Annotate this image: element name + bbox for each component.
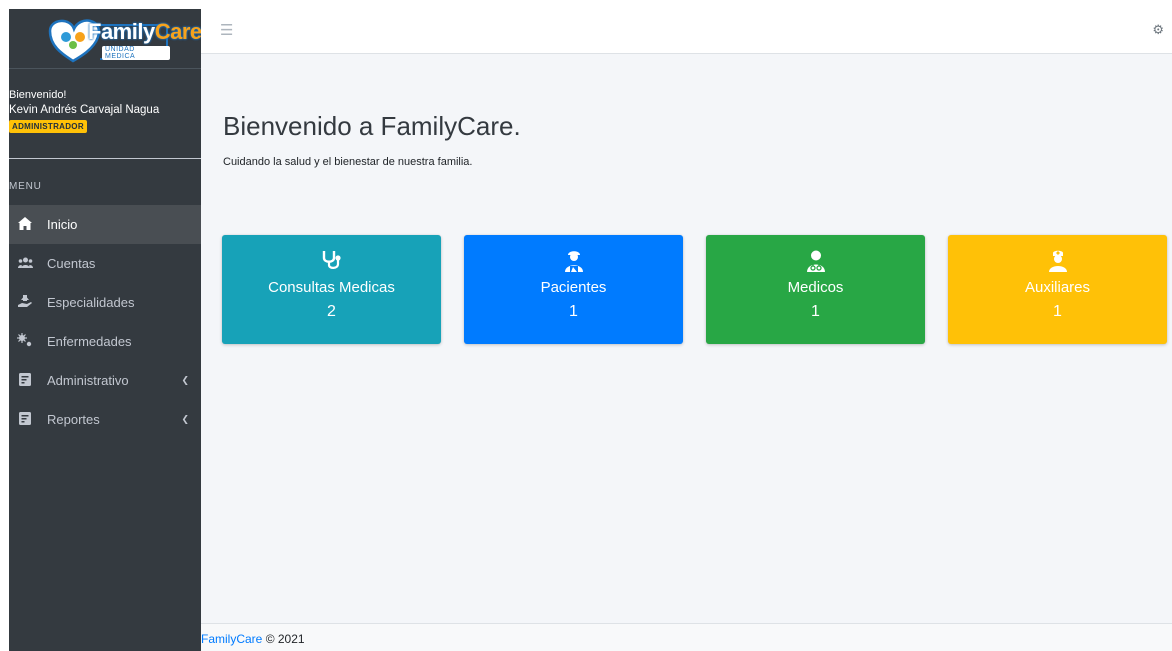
viruses-icon	[15, 333, 35, 350]
sidebar-item-label: Inicio	[47, 217, 78, 232]
hamburger-icon[interactable]: ☰	[220, 21, 233, 39]
patient-icon	[464, 250, 683, 272]
sidebar-item-label: Especialidades	[47, 295, 135, 310]
sidebar-item-especialidades[interactable]: Especialidades	[9, 283, 201, 322]
user-greeting: Bienvenido!	[9, 89, 67, 101]
hand-holding-icon	[15, 294, 35, 311]
card-value: 1	[1053, 303, 1062, 320]
sidebar-item-inicio[interactable]: Inicio	[9, 205, 201, 244]
sidebar: FamilyCare UNIDAD MEDICA Bienvenido! Kev…	[9, 9, 202, 651]
sidebar-item-label: Reportes	[47, 412, 100, 427]
card-label: Pacientes	[540, 279, 607, 296]
card-value: 1	[569, 303, 578, 320]
logo-care-text: Care	[154, 18, 202, 44]
chevron-left-icon: ❮	[181, 414, 189, 424]
logo-family-text: Family	[88, 18, 155, 44]
sidebar-item-reportes[interactable]: Reportes ❮	[9, 400, 201, 439]
users-icon	[15, 256, 35, 271]
card-medicos[interactable]: Medicos 1	[706, 235, 925, 344]
sidebar-item-enfermedades[interactable]: Enfermedades	[9, 322, 201, 361]
gear-icon[interactable]: ⚙	[1152, 22, 1164, 38]
page-title: Bienvenido a FamilyCare.	[223, 111, 521, 141]
sidebar-item-label: Enfermedades	[47, 334, 132, 349]
sidebar-item-administrativo[interactable]: Administrativo ❮	[9, 361, 201, 400]
card-pacientes[interactable]: Pacientes 1	[464, 235, 683, 344]
footer: FamilyCare © 2021	[201, 623, 1172, 651]
card-consultas-medicas[interactable]: Consultas Medicas 2	[222, 235, 441, 344]
doctor-icon	[706, 250, 925, 272]
home-icon	[15, 216, 35, 233]
card-value: 2	[327, 303, 336, 320]
logo-wordmark: FamilyCare	[88, 19, 202, 45]
footer-text: FamilyCare © 2021	[201, 632, 305, 646]
top-navbar: ☰ ⚙	[201, 9, 1172, 54]
logo-subtitle: UNIDAD MEDICA	[102, 45, 170, 60]
window-top-margin	[0, 0, 1172, 9]
card-label: Medicos	[787, 279, 844, 296]
user-panel: Bienvenido! Kevin Andrés Carvajal Nagua …	[9, 69, 201, 159]
sidebar-item-label: Administrativo	[47, 373, 129, 388]
brand-logo-area[interactable]: FamilyCare UNIDAD MEDICA	[9, 9, 202, 69]
chevron-left-icon: ❮	[181, 375, 189, 385]
stethoscope-icon	[222, 250, 441, 270]
familycare-logo[interactable]: FamilyCare UNIDAD MEDICA	[40, 15, 202, 63]
card-value: 1	[811, 303, 820, 320]
sidebar-item-label: Cuentas	[47, 256, 96, 271]
user-name[interactable]: Kevin Andrés Carvajal Nagua	[9, 104, 201, 116]
footer-copyright: © 2021	[265, 632, 305, 646]
card-label: Auxiliares	[1024, 279, 1091, 296]
window-left-margin	[0, 0, 9, 651]
menu-header: MENU	[9, 181, 42, 192]
card-label: Consultas Medicas	[268, 279, 395, 296]
content-area: Bienvenido a FamilyCare. Cuidando la sal…	[201, 54, 1172, 623]
sidebar-nav: Inicio Cuentas Especialidades Enfermedad…	[9, 205, 201, 439]
nurse-icon	[948, 250, 1167, 272]
sidebar-item-cuentas[interactable]: Cuentas	[9, 244, 201, 283]
file-icon	[15, 411, 35, 428]
card-auxiliares[interactable]: Auxiliares 1	[948, 235, 1167, 344]
footer-brand-link[interactable]: FamilyCare	[201, 632, 262, 646]
page-subtitle: Cuidando la salud y el bienestar de nues…	[223, 156, 473, 168]
file-icon	[15, 372, 35, 389]
role-badge: ADMINISTRADOR	[9, 120, 87, 133]
